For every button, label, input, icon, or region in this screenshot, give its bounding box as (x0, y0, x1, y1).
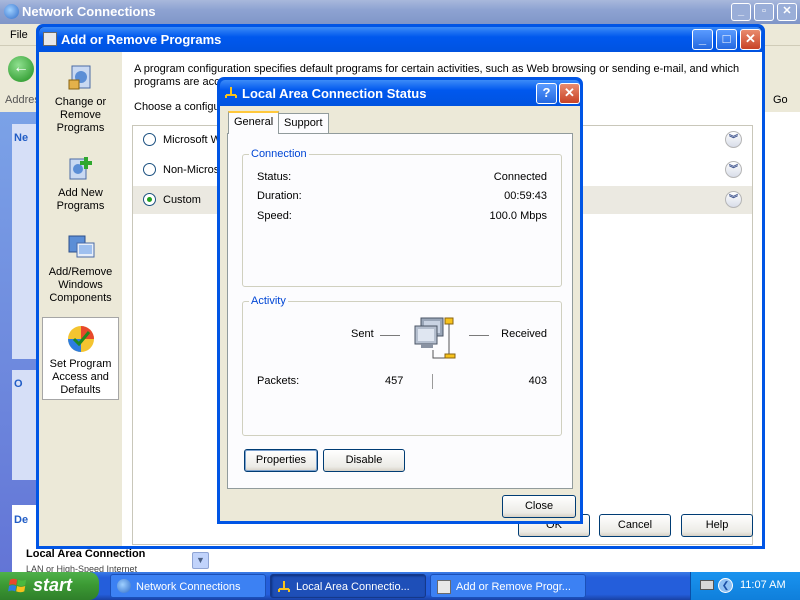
duration-value: 00:59:43 (504, 190, 547, 202)
activity-group-title: Activity (249, 295, 288, 307)
radio-button-selected[interactable] (143, 193, 156, 206)
add-remove-programs-icon (43, 32, 57, 46)
general-tab-panel: Connection Status: Connected Duration: 0… (227, 133, 573, 489)
expand-chevron-icon[interactable]: ︾ (725, 191, 742, 208)
properties-button[interactable]: Properties (244, 449, 318, 472)
nc-title: Network Connections (22, 4, 156, 19)
nav-set-program-access[interactable]: Set Program Access and Defaults (42, 317, 119, 400)
status-value: Connected (493, 171, 547, 183)
network-connection-icon (278, 581, 290, 592)
received-label: Received (501, 328, 547, 340)
taskbar-item-label: Add or Remove Progr... (456, 581, 571, 593)
nav-windows-components[interactable]: Add/Remove Windows Components (42, 232, 119, 305)
connection-group-title: Connection (249, 148, 309, 160)
details-title: Local Area Connection (26, 548, 146, 560)
change-remove-programs-icon (68, 65, 90, 90)
lac-close-button[interactable]: ✕ (559, 83, 580, 104)
add-remove-programs-icon (437, 580, 451, 594)
program-access-defaults-icon (67, 326, 94, 352)
configuration-label: Custom (163, 194, 201, 206)
status-label: Status: (257, 171, 292, 183)
tab-general[interactable]: General (228, 111, 280, 134)
chevron-down-icon[interactable]: ▼ (192, 552, 209, 569)
taskbar-item-label: Local Area Connectio... (296, 581, 410, 593)
keyboard-icon[interactable] (700, 580, 714, 590)
network-connections-icon (117, 579, 131, 593)
lac-titlebar[interactable]: Local Area Connection Status ? ✕ (220, 80, 580, 106)
back-arrow-icon[interactable]: ← (8, 56, 34, 82)
start-button[interactable]: start (0, 572, 99, 600)
arp-close-button[interactable]: ✕ (740, 29, 761, 50)
clock[interactable]: 11:07 AM (740, 579, 786, 591)
speed-value: 100.0 Mbps (489, 210, 547, 222)
arp-titlebar[interactable]: Add or Remove Programs _ □ ✕ (39, 27, 762, 52)
taskbar: start Network Connections Local Area Con… (0, 572, 800, 600)
arp-nav-pane: Change or Remove Programs Add New Progra… (39, 52, 122, 546)
network-connections-icon (4, 4, 19, 19)
lac-help-button[interactable]: ? (536, 83, 557, 104)
taskbar-item-add-remove-programs[interactable]: Add or Remove Progr... (430, 574, 586, 598)
nc-maximize-button[interactable]: ▫ (754, 3, 774, 21)
tray-expand-chevron-icon[interactable]: ❮ (718, 578, 733, 593)
packets-received-value: 403 (528, 375, 547, 387)
packets-separator (432, 374, 433, 389)
nav-label: Add/Remove Windows Components (48, 266, 113, 304)
taskbar-item-network-connections[interactable]: Network Connections (110, 574, 266, 598)
arp-maximize-button[interactable]: □ (716, 29, 737, 50)
connection-group: Connection Status: Connected Duration: 0… (242, 148, 562, 287)
duration-label: Duration: (257, 190, 302, 202)
windows-components-icon (68, 235, 94, 258)
arp-title: Add or Remove Programs (61, 32, 222, 47)
network-connection-icon (225, 87, 237, 98)
system-tray: ❮ 11:07 AM (690, 572, 800, 600)
packets-label: Packets: (257, 375, 300, 387)
start-label: start (33, 575, 73, 595)
nav-label: Set Program Access and Defaults (49, 358, 112, 396)
tab-support[interactable]: Support (278, 113, 329, 133)
nc-minimize-button[interactable]: _ (731, 3, 751, 21)
packets-sent-value: 457 (385, 375, 404, 387)
speed-label: Speed: (257, 210, 292, 222)
lac-status-dialog: Local Area Connection Status ? ✕ General… (217, 77, 583, 524)
expand-chevron-icon[interactable]: ︾ (725, 131, 742, 148)
nav-add-new-programs[interactable]: Add New Programs (42, 153, 119, 213)
network-activity-icon (414, 317, 456, 359)
nc-titlebar[interactable]: Network Connections _ ▫ ✕ (0, 0, 800, 24)
add-new-programs-icon (69, 157, 92, 180)
arp-help-button[interactable]: Help (681, 514, 753, 537)
radio-button[interactable] (143, 133, 156, 146)
nc-task-pane: Ne O (0, 112, 40, 572)
other-places-header[interactable]: O (14, 378, 23, 390)
disable-button[interactable]: Disable (323, 449, 405, 472)
nav-label: Add New Programs (56, 187, 105, 212)
lac-close-dialog-button[interactable]: Close (502, 495, 576, 518)
taskbar-item-label: Network Connections (136, 581, 241, 593)
activity-group: Activity Sent Received Packets: 457 403 (242, 295, 562, 436)
windows-logo-icon (8, 578, 27, 593)
arp-minimize-button[interactable]: _ (692, 29, 713, 50)
received-line (469, 335, 489, 336)
go-label: Go (773, 94, 788, 106)
network-tasks-header[interactable]: Ne (14, 132, 28, 144)
taskbar-item-lac-status[interactable]: Local Area Connectio... (270, 574, 426, 598)
menu-file[interactable]: File (10, 29, 28, 41)
lac-title: Local Area Connection Status (242, 86, 427, 101)
nav-label: Change or Remove Programs (54, 96, 107, 134)
sent-label: Sent (351, 328, 374, 340)
nav-change-remove-programs[interactable]: Change or Remove Programs (42, 62, 119, 135)
radio-button[interactable] (143, 163, 156, 176)
arp-cancel-button[interactable]: Cancel (599, 514, 671, 537)
nc-close-button[interactable]: ✕ (777, 3, 797, 21)
go-button[interactable]: Go (764, 90, 800, 112)
expand-chevron-icon[interactable]: ︾ (725, 161, 742, 178)
sent-line (380, 335, 400, 336)
details-header[interactable]: De (14, 514, 28, 526)
